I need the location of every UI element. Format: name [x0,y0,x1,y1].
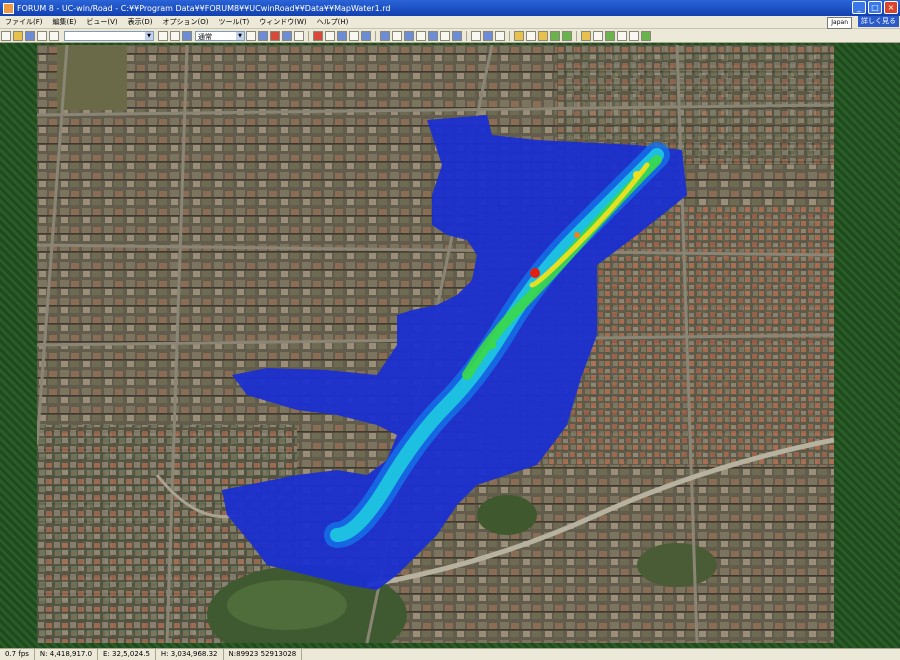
toolbar-separator [466,30,467,41]
car-icon[interactable] [404,30,414,41]
close-button[interactable]: × [884,1,898,14]
menu-file[interactable]: ファイル(F) [0,17,48,27]
toolbar-separator [509,30,510,41]
step-icon[interactable] [629,30,639,41]
water-icon[interactable] [452,30,462,41]
mode-combo-value: 通常 [198,32,212,41]
pointer-icon[interactable] [325,30,335,41]
menu-edit[interactable]: 編集(E) [48,17,82,27]
folder-icon[interactable] [581,30,591,41]
chevron-down-icon: ▼ [145,31,153,40]
move-icon[interactable] [337,30,347,41]
export-icon[interactable] [49,30,59,41]
terrain-icon[interactable] [428,30,438,41]
sun-icon[interactable] [471,30,481,41]
flag-icon[interactable] [294,30,304,41]
status-bar: 0.7 fps N: 4,418,917.0 E: 32,5,024.5 H: … [0,648,900,660]
info-icon[interactable] [392,30,402,41]
signal-icon[interactable] [495,30,505,41]
network-icon[interactable] [562,30,572,41]
stop-icon[interactable] [313,30,323,41]
bus-icon[interactable] [483,30,493,41]
toolbar-separator [308,30,309,41]
menu-help[interactable]: ヘルプ(H) [312,17,354,27]
flood-simulation-map [37,45,834,643]
open-folder-icon[interactable] [13,30,23,41]
toolbar-separator [375,30,376,41]
toolbar-separator [576,30,577,41]
chart-icon[interactable] [538,30,548,41]
globe-icon[interactable] [550,30,560,41]
title-bar: FORUM 8 - UC-win/Road - C:¥¥Program Data… [0,0,900,16]
minimize-button[interactable]: _ [852,1,866,14]
app-icon [3,2,14,14]
forward-icon[interactable] [641,30,651,41]
maximize-button[interactable]: □ [868,1,882,14]
zoom-icon[interactable] [246,30,256,41]
menu-tools[interactable]: ツール(T) [214,17,255,27]
run-icon[interactable] [605,30,615,41]
status-coord-east: E: 32,5,024.5 [98,649,156,660]
status-coord-height: H: 3,034,968.32 [156,649,224,660]
help-link[interactable]: 詳しく見る [858,16,899,27]
window-controls: _ □ × [852,1,898,14]
record-icon[interactable] [270,30,280,41]
toolbar: ▼ 通常 ▼ [0,29,900,43]
list-icon[interactable] [526,30,536,41]
chevron-down-icon: ▼ [236,31,244,40]
menu-display[interactable]: 表示(D) [123,17,158,27]
map-canvas[interactable] [37,45,834,643]
menu-options[interactable]: オプション(O) [158,17,214,27]
building-icon[interactable] [440,30,450,41]
view-combo[interactable]: ▼ [64,30,154,41]
pause-icon[interactable] [617,30,627,41]
mode-combo[interactable]: 通常 ▼ [195,30,245,41]
pan-icon[interactable] [361,30,371,41]
language-badge[interactable]: Japan [827,17,852,29]
play-icon[interactable] [158,30,168,41]
status-coord-extra: N:89923 52913028 [224,649,303,660]
document-icon[interactable] [593,30,603,41]
status-coord-north: N: 4,418,917.0 [35,649,99,660]
save-icon[interactable] [25,30,35,41]
new-file-icon[interactable] [1,30,11,41]
window-title: FORUM 8 - UC-win/Road - C:¥¥Program Data… [17,3,391,13]
menu-bar: ファイル(F) 編集(E) ビュー(V) 表示(D) オプション(O) ツール(… [0,16,900,29]
road-icon[interactable] [416,30,426,41]
print-icon[interactable] [37,30,47,41]
script-icon[interactable] [514,30,524,41]
status-fps: 0.7 fps [0,649,35,660]
menu-view[interactable]: ビュー(V) [81,17,122,27]
camera-icon[interactable] [182,30,192,41]
rotate-icon[interactable] [349,30,359,41]
settings-icon[interactable] [170,30,180,41]
grid-icon[interactable] [258,30,268,41]
layer-icon[interactable] [282,30,292,41]
menu-window[interactable]: ウィンドウ(W) [254,17,311,27]
measure-icon[interactable] [380,30,390,41]
